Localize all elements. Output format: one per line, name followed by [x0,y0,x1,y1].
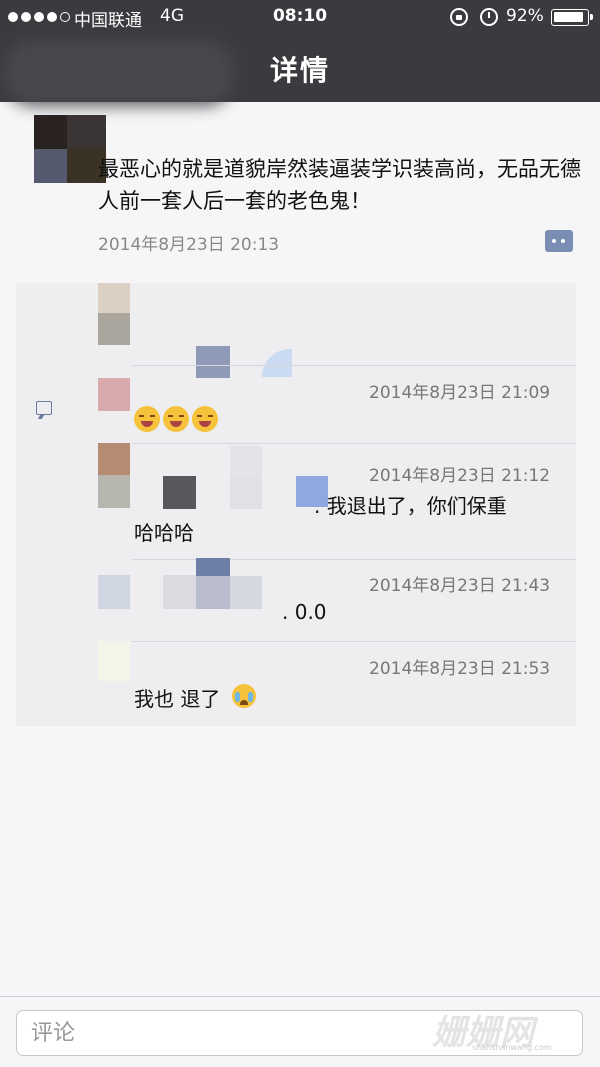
commenter-avatar[interactable] [98,641,130,681]
commenter-avatar[interactable] [98,575,130,609]
commenter-name-redacted [230,446,262,478]
laughing-crying-emoji-icon [134,406,160,432]
crying-emoji-icon [232,684,256,708]
comment-text: 哈哈哈 [134,521,194,545]
comments-area: 2014年8月23日 21:09 2014年8月23日 21:12 . 我退出了… [16,283,576,726]
comment-emojis [134,406,218,432]
comment-time: 2014年8月23日 21:12 [369,466,551,486]
comment-button-icon[interactable] [545,230,573,252]
laughing-crying-emoji-icon [163,406,189,432]
watermark-logo: 姗姗网 shanshanwang.com [432,1013,552,1053]
divider [132,365,576,366]
liker-avatar[interactable] [98,313,130,345]
commenter-name-redacted [196,558,230,576]
likes-row [16,283,576,378]
commenter-name-redacted [230,478,262,509]
comment-text: . 0.0 [282,600,327,624]
battery-icon [551,9,593,26]
commenter-name-redacted [98,475,130,508]
top-bar: 中国联通 4G 08:10 92% 详情 [0,0,600,106]
divider [132,443,576,444]
liker-avatar[interactable] [262,349,292,377]
commenter-name-redacted [196,576,230,609]
laughing-crying-emoji-icon [192,406,218,432]
divider [132,641,576,642]
bottom-bar: 姗姗网 shanshanwang.com [0,996,600,1067]
commenter-name-redacted [230,576,262,609]
post-text: 最恶心的就是道貌岸然装逼装学识装高尚，无品无德人前一套人后一套的老色鬼！ [98,157,581,213]
alarm-icon [480,8,498,26]
liker-avatar[interactable] [98,283,130,313]
author-avatar[interactable] [20,115,106,183]
battery-percent: 92% [506,6,544,26]
commenter-name-redacted [163,575,196,609]
comment-text: 我也 退了 [134,687,221,711]
liker-avatar[interactable] [196,346,230,378]
comment-icon [36,401,52,415]
rotation-lock-icon [450,8,468,26]
commenter-avatar[interactable] [98,443,130,475]
comment-text: . 我退出了，你们保重 [314,494,507,518]
page-title: 详情 [269,54,330,87]
comment-time: 2014年8月23日 21:09 [369,383,551,403]
comment-time: 2014年8月23日 21:43 [369,576,551,596]
comment-time: 2014年8月23日 21:53 [369,659,551,679]
status-bar: 中国联通 4G 08:10 92% [0,0,600,34]
post-time: 2014年8月23日 20:13 [98,235,280,255]
commenter-avatar[interactable] [98,378,130,411]
commenter-name-redacted [163,476,196,509]
